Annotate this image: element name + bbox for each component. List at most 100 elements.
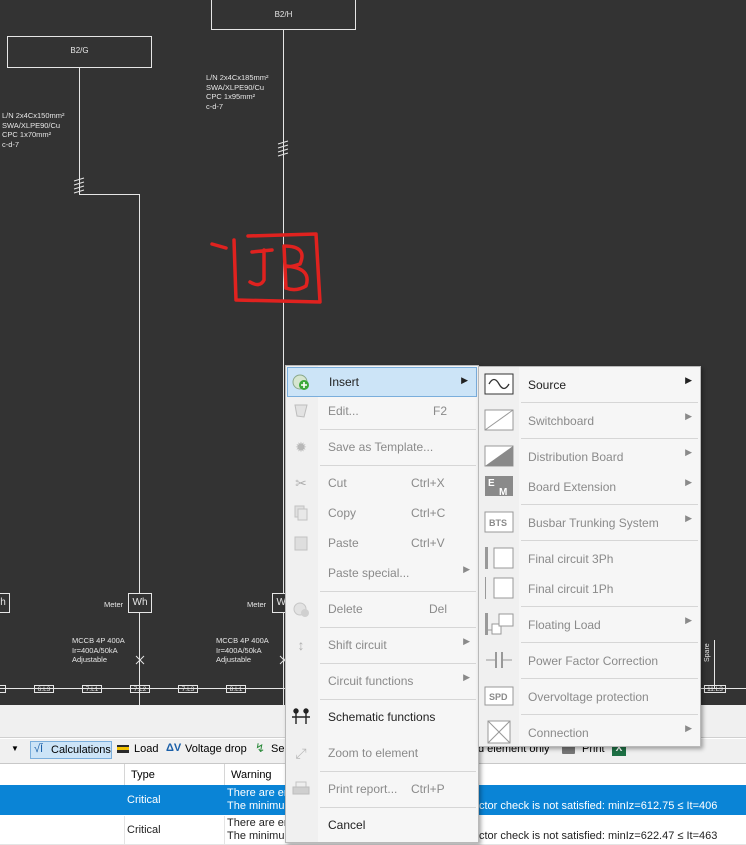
final-circuit-3ph-icon xyxy=(484,546,514,570)
bus-label xyxy=(0,685,6,693)
column-header-warning[interactable]: Warning xyxy=(231,769,272,781)
breaker-spec: MCCB 4P 400A Ir=400A/50kA Adjustable xyxy=(216,636,269,664)
submenu-item-distribution-board[interactable]: Distribution Board ▶ xyxy=(479,441,700,471)
board-b2g[interactable]: B2/G xyxy=(7,36,152,68)
submenu-arrow-icon: ▶ xyxy=(685,447,692,457)
cable-spec-b2g: L/N 2x4Cx150mm² SWA/XLPE90/Cu CPC 1x70mm… xyxy=(2,111,65,149)
meter-box[interactable]: Wh xyxy=(128,593,152,613)
menu-item-cut[interactable]: ✂ Cut Ctrl+X xyxy=(286,468,478,498)
shift-icon: ↕ xyxy=(297,637,305,653)
submenu-item-board-extension[interactable]: EM Board Extension ▶ xyxy=(479,471,700,501)
menu-item-delete[interactable]: Delete Del xyxy=(286,594,478,624)
submenu-item-final-circuit-3ph[interactable]: Final circuit 3Ph xyxy=(479,543,700,573)
bts-icon: BTS xyxy=(484,510,514,534)
floating-load-icon xyxy=(484,612,514,636)
printer-icon xyxy=(290,779,312,799)
menu-item-shift-circuit[interactable]: ↕ Shift circuit ▶ xyxy=(286,630,478,660)
meter-box-partial[interactable]: h xyxy=(0,593,10,613)
submenu-arrow-icon: ▶ xyxy=(685,615,692,625)
menu-item-cancel[interactable]: Cancel xyxy=(286,810,478,840)
row-warning-line2: The minimum xyxy=(227,830,294,842)
submenu-arrow-icon: ▶ xyxy=(685,375,692,385)
svg-text:M: M xyxy=(499,487,507,497)
dropdown-arrow-icon[interactable]: ▼ xyxy=(11,744,19,753)
meter-caption: Meter xyxy=(104,600,124,609)
svg-text:BTS: BTS xyxy=(489,518,507,528)
edit-icon xyxy=(290,401,312,421)
menu-item-zoom-to-element[interactable]: ⤢ Zoom to element xyxy=(286,738,478,768)
submenu-arrow-icon: ▶ xyxy=(461,375,468,385)
zoom-icon: ⤢ xyxy=(295,744,307,761)
submenu-arrow-icon: ▶ xyxy=(685,477,692,487)
capacitor-icon xyxy=(484,648,514,672)
load-icon xyxy=(117,745,129,753)
svg-text:SPD: SPD xyxy=(489,692,508,702)
distribution-board-icon xyxy=(484,444,514,468)
menu-item-print-report[interactable]: Print report... Ctrl+P xyxy=(286,774,478,804)
board-extension-icon: EM xyxy=(484,474,514,498)
submenu-item-final-circuit-1ph[interactable]: Final circuit 1Ph xyxy=(479,573,700,603)
load-tab[interactable]: Load xyxy=(115,741,163,759)
submenu-item-overvoltage-protection[interactable]: SPD Overvoltage protection xyxy=(479,681,700,711)
row-warning-line1: There are er xyxy=(227,787,288,799)
submenu-arrow-icon: ▶ xyxy=(463,636,470,646)
spare-label: Spare xyxy=(704,643,711,662)
feeder-wire-b2g xyxy=(79,68,80,194)
menu-item-schematic-functions[interactable]: Schematic functions xyxy=(286,702,478,732)
bus-label: 7.L3 xyxy=(178,685,198,693)
menu-item-paste-special[interactable]: Paste special... ▶ xyxy=(286,558,478,588)
svg-text:E: E xyxy=(488,478,495,489)
final-circuit-1ph-icon xyxy=(484,576,514,600)
tool-icon: ↯ xyxy=(255,741,266,755)
bus-label: 6.L3 xyxy=(34,685,54,693)
board-label: B2/H xyxy=(274,10,293,19)
submenu-arrow-icon: ▶ xyxy=(685,513,692,523)
breaker-x-icon xyxy=(135,655,145,665)
sqrt-icon: √Ī xyxy=(34,743,44,755)
submenu-arrow-icon: ▶ xyxy=(685,411,692,421)
submenu-item-busbar-trunking-system[interactable]: BTS Busbar Trunking System ▶ xyxy=(479,507,700,537)
menu-item-circuit-functions[interactable]: Circuit functions ▶ xyxy=(286,666,478,696)
row-warning-line1: There are er xyxy=(227,817,288,829)
delete-icon xyxy=(290,599,312,619)
bus-label: 7.L2 xyxy=(130,685,150,693)
calculations-tab[interactable]: √Ī Calculations xyxy=(30,741,112,759)
paste-icon xyxy=(290,533,312,553)
board-b2h[interactable]: B2/H xyxy=(211,0,356,30)
copy-icon xyxy=(290,503,312,523)
submenu-arrow-icon: ▶ xyxy=(463,564,470,574)
row-warning-line2: The minimum xyxy=(227,800,294,812)
menu-item-insert[interactable]: Insert ▶ xyxy=(287,367,477,397)
row-type: Critical xyxy=(127,794,161,806)
submenu-item-power-factor-correction[interactable]: Power Factor Correction xyxy=(479,645,700,675)
cable-tick-icon xyxy=(277,140,289,157)
submenu-item-source[interactable]: Source ▶ xyxy=(479,369,700,399)
feeder-wire-b2g-horizontal xyxy=(79,194,140,195)
truncated-tab[interactable]: ↯ Se xyxy=(253,741,285,759)
switchboard-icon xyxy=(484,408,514,432)
schematic-icon xyxy=(290,707,312,727)
row-warning-tail: ctor check is not satisfied: minIz=622.4… xyxy=(479,830,718,842)
bus-label: 8.L1 xyxy=(226,685,246,693)
voltage-drop-tab[interactable]: ΔV Voltage drop xyxy=(165,741,250,759)
column-header-type[interactable]: Type xyxy=(131,769,155,781)
insert-submenu: Source ▶ Switchboard ▶ Distribution Boar… xyxy=(478,366,701,747)
submenu-arrow-icon: ▶ xyxy=(685,723,692,733)
cable-tick-icon xyxy=(73,177,85,194)
source-icon xyxy=(484,372,514,396)
insert-icon xyxy=(290,372,312,392)
jb-annotation xyxy=(210,232,322,304)
menu-item-edit[interactable]: Edit... F2 xyxy=(286,396,478,426)
submenu-item-floating-load[interactable]: Floating Load ▶ xyxy=(479,609,700,639)
cable-spec-b2h: L/N 2x4Cx185mm² SWA/XLPE90/Cu CPC 1x95mm… xyxy=(206,73,269,111)
spd-icon: SPD xyxy=(484,684,514,708)
menu-item-copy[interactable]: Copy Ctrl+C xyxy=(286,498,478,528)
submenu-item-connection[interactable]: Connection ▶ xyxy=(479,717,700,747)
menu-item-paste[interactable]: Paste Ctrl+V xyxy=(286,528,478,558)
board-label: B2/G xyxy=(70,46,89,55)
context-menu: Insert ▶ Edit... F2 ✹ Save as Template..… xyxy=(285,365,479,843)
row-warning-tail: ctor check is not satisfied: minIz=612.7… xyxy=(479,800,718,812)
menu-item-save-as-template[interactable]: ✹ Save as Template... xyxy=(286,432,478,462)
submenu-item-switchboard[interactable]: Switchboard ▶ xyxy=(479,405,700,435)
feeder-wire-b2g-down xyxy=(139,194,140,706)
